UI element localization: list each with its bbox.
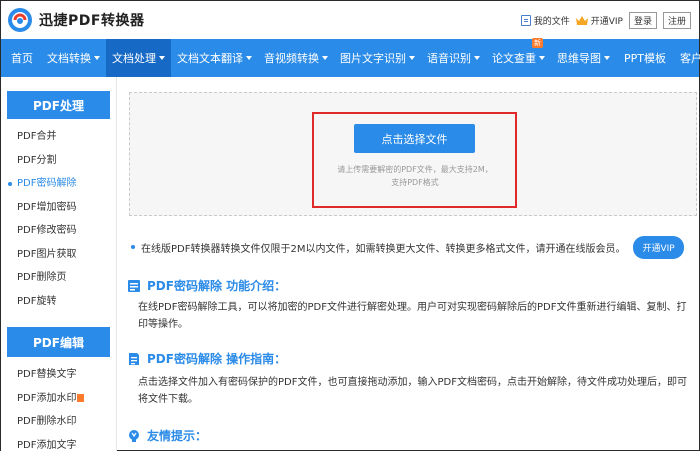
nav-av-convert[interactable]: 音视频转换 — [258, 39, 334, 77]
nav-label: 文档转换 — [47, 52, 91, 65]
sidebar-item-change-password[interactable]: PDF修改密码 — [1, 219, 116, 243]
intro-title: PDF密码解除 功能介绍： — [127, 277, 286, 294]
sidebar-item-split[interactable]: PDF分割 — [1, 149, 116, 173]
sidebar-item-extract-images[interactable]: PDF图片获取 — [1, 243, 116, 267]
bullet-icon — [131, 245, 135, 249]
nav-mindmap[interactable]: 思维导图 — [551, 39, 616, 77]
sidebar: PDF处理 PDF合并 PDF分割 PDF密码解除 PDF增加密码 PDF修改密… — [1, 77, 117, 451]
notice-bar: 在线版PDF转换器转换文件仅限于2M以内文件，如需转换更大文件、转换更多格式文件… — [129, 233, 699, 261]
sidebar-item-add-watermark[interactable]: PDF添加水印 — [1, 387, 116, 411]
nav-label: 论文查重 — [492, 52, 536, 65]
sidebar-item-add-text[interactable]: PDF添加文字 — [1, 434, 116, 451]
nav-label: 语音识别 — [427, 52, 471, 65]
header: 迅捷PDF转换器 我的文件 开通VIP 登录 注册 — [1, 1, 699, 39]
guide-title: PDF密码解除 操作指南： — [127, 350, 286, 367]
top-links: 我的文件 开通VIP 登录 注册 — [520, 12, 691, 29]
nav-text-translate[interactable]: 文档文本翻译 — [171, 39, 258, 77]
sidebar-item-remove-watermark[interactable]: PDF删除水印 — [1, 410, 116, 434]
sidebar-item-rotate[interactable]: PDF旋转 — [1, 290, 116, 314]
file-icon — [520, 15, 531, 26]
nav-label: 图片文字识别 — [340, 52, 406, 65]
choose-file-button[interactable]: 点击选择文件 — [354, 124, 475, 153]
sidebar-item-label: PDF添加水印 — [17, 392, 77, 404]
lightbulb-icon — [129, 429, 139, 442]
nav-label: 音视频转换 — [264, 52, 319, 65]
caret-down-icon — [322, 56, 328, 60]
tips-title: 友情提示： — [127, 427, 207, 444]
hot-icon — [77, 393, 85, 402]
register-button[interactable]: 注册 — [662, 12, 691, 29]
open-vip-link[interactable]: 开通VIP — [575, 14, 623, 27]
tips-title-text: 友情提示： — [147, 429, 208, 443]
my-files-label: 我的文件 — [533, 17, 570, 27]
caret-down-icon — [474, 56, 480, 60]
nav-doc-process[interactable]: 文档处理 — [106, 39, 171, 77]
sidebar-item-delete-pages[interactable]: PDF删除页 — [1, 266, 116, 290]
nav-home[interactable]: 首页 — [1, 39, 41, 77]
guide-text: 点击选择文件加入有密码保护的PDF文件，也可直接拖动添加，输入PDF文档密码，点… — [138, 377, 687, 405]
guide-title-text: PDF密码解除 操作指南： — [147, 352, 287, 366]
sidebar-item-remove-password[interactable]: PDF密码解除 — [1, 172, 116, 196]
nav-label: PPT模板 — [624, 52, 666, 65]
caret-down-icon — [409, 56, 415, 60]
document-icon — [129, 352, 139, 365]
logo-icon[interactable] — [7, 7, 33, 33]
sidebar-item-replace-text[interactable]: PDF替换文字 — [1, 363, 116, 387]
open-vip-label: 开通VIP — [590, 17, 623, 27]
caret-down-icon — [539, 56, 545, 60]
sidebar-list-process: PDF合并 PDF分割 PDF密码解除 PDF增加密码 PDF修改密码 PDF图… — [1, 125, 116, 313]
nav-plagiarism[interactable]: 论文查重 新 — [486, 38, 551, 77]
sidebar-item-merge[interactable]: PDF合并 — [1, 125, 116, 149]
intro-text: 在线PDF密码解除工具，可以将加密的PDF文件进行解密处理。用户可对实现密码解除… — [138, 302, 687, 330]
crown-icon — [575, 16, 588, 25]
nav-label: 思维导图 — [557, 52, 601, 65]
intro-title-text: PDF密码解除 功能介绍： — [147, 279, 287, 293]
nav-label: 客户端 — [680, 52, 700, 65]
nav-speech[interactable]: 语音识别 — [421, 39, 486, 77]
notice-text: 在线版PDF转换器转换文件仅限于2M以内文件，如需转换更大文件、转换更多格式文件… — [141, 243, 626, 255]
nav-label: 文档文本翻译 — [177, 52, 243, 65]
upload-tip-line2: 支持PDF格式 — [391, 178, 439, 187]
nav-ocr[interactable]: 图片文字识别 — [334, 39, 421, 77]
upload-tip: 请上传需要解密的PDF文件，最大支持2M， 支持PDF格式 — [320, 163, 510, 189]
book-icon — [128, 279, 140, 292]
caret-down-icon — [94, 56, 100, 60]
sidebar-section-pdf-edit: PDF编辑 — [7, 327, 110, 357]
upload-tip-line1: 请上传需要解密的PDF文件，最大支持2M， — [337, 165, 493, 174]
nav-client[interactable]: 客户端 — [674, 39, 700, 77]
nav-ppt[interactable]: PPT模板 — [616, 39, 674, 77]
brand-name[interactable]: 迅捷PDF转换器 — [39, 10, 144, 30]
caret-down-icon — [246, 56, 252, 60]
caret-down-icon — [159, 56, 165, 60]
sidebar-list-edit: PDF替换文字 PDF添加水印 PDF删除水印 PDF添加文字 — [1, 363, 116, 451]
login-button[interactable]: 登录 — [628, 12, 657, 29]
nav-label: 首页 — [11, 52, 33, 65]
my-files-link[interactable]: 我的文件 — [520, 14, 570, 27]
vip-button[interactable]: 开通VIP — [633, 235, 684, 259]
nav-doc-convert[interactable]: 文档转换 — [41, 39, 106, 77]
sidebar-item-add-password[interactable]: PDF增加密码 — [1, 196, 116, 220]
new-badge: 新 — [532, 38, 543, 48]
upload-dropzone[interactable]: 点击选择文件 请上传需要解密的PDF文件，最大支持2M， 支持PDF格式 — [129, 92, 697, 216]
caret-down-icon — [604, 56, 610, 60]
sidebar-section-pdf-process: PDF处理 — [7, 91, 110, 119]
main-nav: 首页 文档转换 文档处理 文档文本翻译 音视频转换 图片文字识别 语音识别 论文… — [1, 38, 700, 77]
nav-label: 文档处理 — [112, 52, 156, 65]
